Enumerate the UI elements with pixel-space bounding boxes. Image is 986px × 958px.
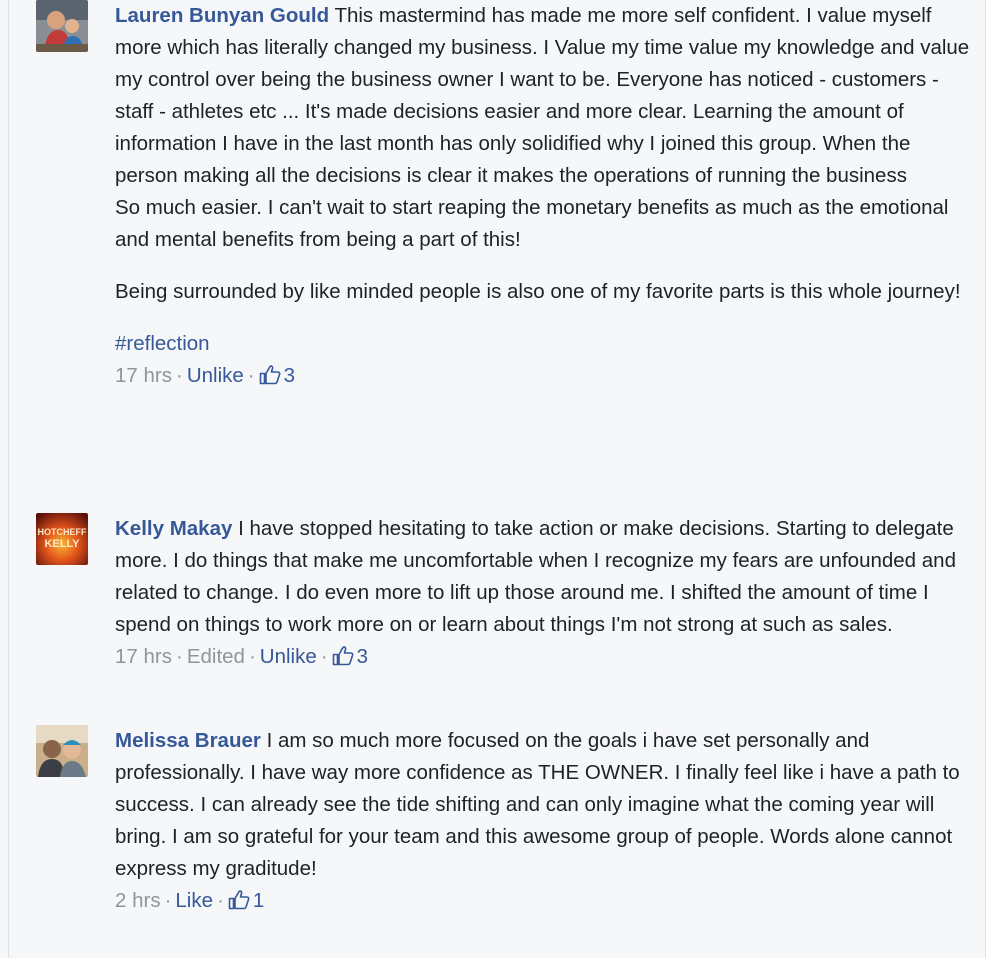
avatar-text: KELLY xyxy=(44,538,80,550)
separator: · xyxy=(217,889,224,912)
comment-body: Melissa Brauer I am so much more focused… xyxy=(115,725,975,917)
thumbs-up-icon xyxy=(259,365,281,385)
separator: · xyxy=(247,364,255,387)
comment-author[interactable]: Melissa Brauer xyxy=(115,729,261,752)
comment-text: This mastermind has made me more self co… xyxy=(115,4,970,251)
avatar-text: HOTCHEFF xyxy=(38,527,87,537)
comment-text: I have stopped hesitating to take action… xyxy=(115,517,962,636)
hashtag-link[interactable]: #reflection xyxy=(115,332,210,355)
comment-body: Lauren Bunyan Gould This mastermind has … xyxy=(115,0,975,392)
comment-meta: 17 hrs · Unlike · 3 xyxy=(115,364,295,387)
comment-text-paragraph: Being surrounded by like minded people i… xyxy=(115,280,961,303)
like-count-value: 3 xyxy=(283,364,296,387)
comment-meta: 17 hrs · Edited · Unlike · 3 xyxy=(115,645,368,668)
like-count-value: 3 xyxy=(356,645,368,668)
separator: · xyxy=(175,364,183,387)
comment-author[interactable]: Kelly Makay xyxy=(115,517,232,540)
like-count[interactable]: 3 xyxy=(332,645,368,668)
thumbs-up-icon xyxy=(332,646,354,666)
comment-timestamp[interactable]: 17 hrs xyxy=(115,645,172,668)
like-button[interactable]: Like xyxy=(175,889,213,912)
unlike-button[interactable]: Unlike xyxy=(260,645,317,668)
unlike-button[interactable]: Unlike xyxy=(187,364,244,387)
avatar[interactable]: HOTCHEFF KELLY xyxy=(36,513,88,565)
like-count[interactable]: 1 xyxy=(228,889,264,912)
edited-label[interactable]: Edited xyxy=(187,645,245,668)
comment-body: Kelly Makay I have stopped hesitating to… xyxy=(115,513,975,673)
thumbs-up-icon xyxy=(228,890,250,910)
separator: · xyxy=(248,645,256,668)
like-count-value: 1 xyxy=(252,889,265,912)
comment-timestamp[interactable]: 2 hrs xyxy=(115,889,161,912)
comments-panel: Lauren Bunyan Gould This mastermind has … xyxy=(8,0,986,958)
separator: · xyxy=(175,645,183,668)
comment-author[interactable]: Lauren Bunyan Gould xyxy=(115,4,329,27)
like-count[interactable]: 3 xyxy=(259,364,295,387)
comment-timestamp[interactable]: 17 hrs xyxy=(115,364,172,387)
separator: · xyxy=(320,645,328,668)
separator: · xyxy=(164,889,172,912)
avatar[interactable] xyxy=(36,0,88,52)
comment-meta: 2 hrs · Like · 1 xyxy=(115,889,264,912)
avatar[interactable] xyxy=(36,725,88,777)
